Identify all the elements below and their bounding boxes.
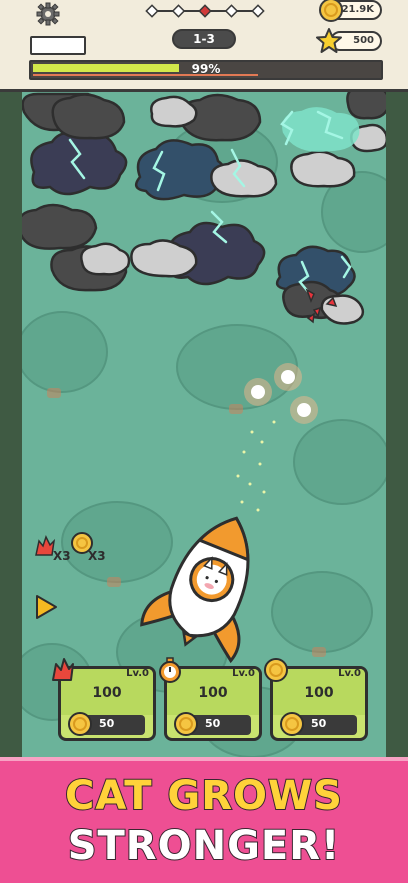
play-field[interactable] bbox=[22, 92, 386, 757]
top-hud: 1-3 21.9K 500 99% bbox=[0, 0, 408, 92]
upgrade-cost: 50 bbox=[311, 717, 327, 730]
settings-gear-icon[interactable] bbox=[36, 2, 60, 26]
coin-icon bbox=[68, 712, 92, 736]
upgrade-level: Lv.0 bbox=[126, 668, 149, 679]
banner-stripe bbox=[0, 757, 408, 761]
play-field-scene bbox=[22, 92, 386, 757]
stage-node bbox=[171, 4, 186, 18]
coin-icon bbox=[174, 712, 198, 736]
progress-percent: 99% bbox=[191, 62, 221, 76]
stage-node bbox=[224, 4, 239, 18]
coin-count: 21.9K bbox=[341, 4, 374, 15]
stage-node-current bbox=[198, 4, 212, 18]
coin-icon bbox=[264, 658, 288, 682]
coin-icon bbox=[319, 0, 343, 22]
upgrade-value: 100 bbox=[198, 685, 228, 701]
upgrade-cost: 50 bbox=[205, 717, 221, 730]
stopwatch-icon bbox=[159, 657, 181, 683]
stage-node bbox=[145, 4, 159, 18]
coin-icon bbox=[280, 712, 304, 736]
star-count: 500 bbox=[353, 35, 374, 46]
upgrade-cost-button[interactable]: 50 bbox=[68, 712, 145, 736]
upgrade-cost-button[interactable]: 50 bbox=[174, 712, 251, 736]
fire-multiplier-text: X3 bbox=[53, 549, 71, 563]
upgrade-cost: 50 bbox=[99, 717, 115, 730]
banner-headline-line2: STRONGER! bbox=[67, 822, 341, 870]
coin-multiplier-text: X3 bbox=[88, 549, 106, 563]
banner-headline-line1: CAT GROWS bbox=[64, 772, 343, 820]
upgrade-value: 100 bbox=[304, 685, 334, 701]
field-edge-left bbox=[0, 92, 22, 757]
play-speed-button[interactable] bbox=[34, 594, 58, 620]
stage-node bbox=[251, 4, 265, 18]
upgrade-value: 100 bbox=[92, 685, 122, 701]
fire-icon bbox=[52, 658, 74, 681]
player-name-box[interactable] bbox=[30, 36, 86, 55]
upgrade-level: Lv.0 bbox=[338, 668, 361, 679]
star-icon bbox=[316, 28, 342, 53]
stage-progress-bar: 99% bbox=[29, 60, 383, 80]
stage-progress-track bbox=[145, 4, 265, 18]
stage-label: 1-3 bbox=[172, 29, 236, 49]
field-edge-right bbox=[386, 92, 408, 757]
stage-number: 1-3 bbox=[193, 32, 215, 46]
boost-multipliers: X3 X3 bbox=[34, 532, 114, 565]
upgrade-level: Lv.0 bbox=[232, 668, 255, 679]
upgrade-cost-button[interactable]: 50 bbox=[280, 712, 357, 736]
